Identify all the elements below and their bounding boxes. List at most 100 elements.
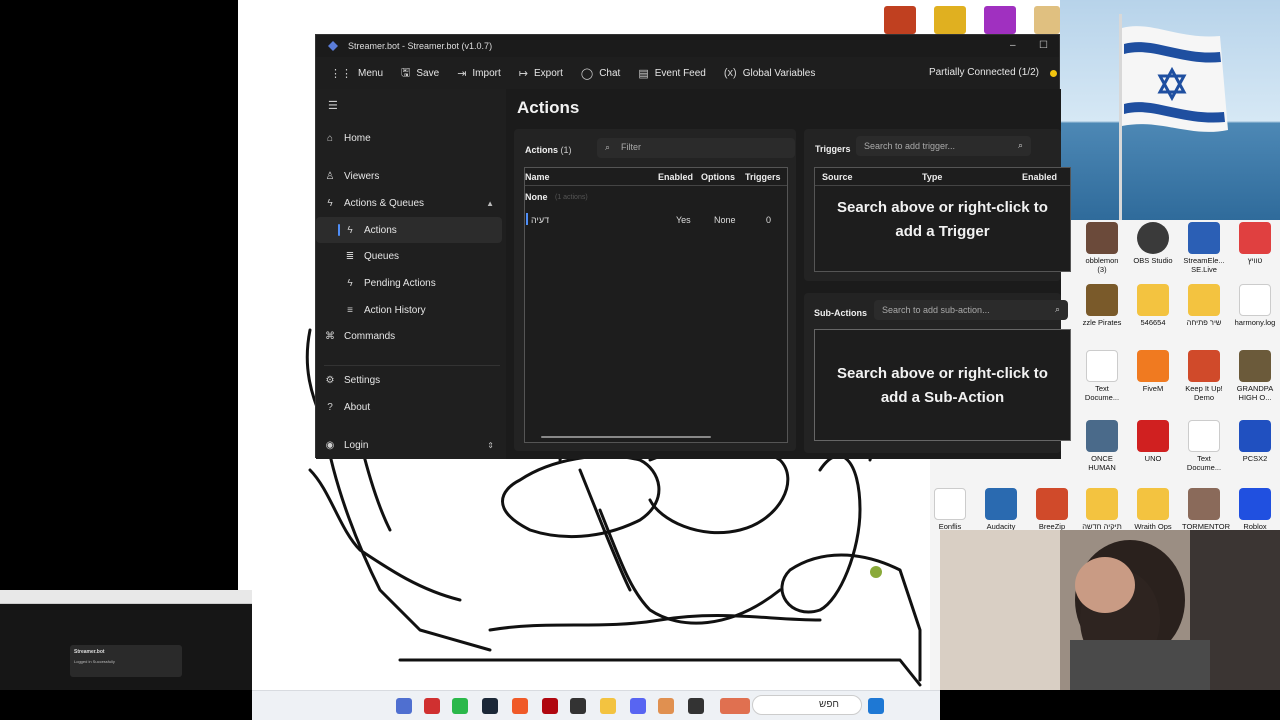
desktop-icon-obs[interactable]: OBS Studio bbox=[1131, 222, 1175, 265]
search-icon: ⌕ bbox=[1017, 140, 1023, 150]
app-icon bbox=[985, 488, 1017, 520]
desktop-icon-harmony-log[interactable]: harmony.log bbox=[1233, 284, 1277, 327]
desktop-icon-keep-it-up[interactable]: Keep It Up! Demo bbox=[1182, 350, 1226, 402]
streamerbot-taskbar-icon[interactable] bbox=[396, 698, 412, 714]
app-taskbar-icon[interactable] bbox=[658, 698, 674, 714]
desktop-icon-text-doc-2[interactable]: Text Docume... bbox=[1182, 420, 1226, 472]
toast-notification[interactable]: Streamer.bot Logged in Successfully bbox=[70, 645, 182, 677]
grid-icon: ⋮⋮ bbox=[330, 67, 352, 80]
minimize-icon[interactable]: – bbox=[1010, 40, 1016, 51]
app-icon bbox=[1188, 350, 1220, 382]
event-feed-button[interactable]: ▤ Event Feed bbox=[634, 57, 710, 89]
netflix-taskbar-icon[interactable] bbox=[542, 698, 558, 714]
filter-input[interactable]: ⌕ Filter bbox=[597, 138, 795, 158]
save-icon: 🖫 bbox=[401, 66, 411, 79]
desktop-icon-obblemon[interactable]: obblemon (3) bbox=[1080, 222, 1124, 274]
desktop-icon-streamelements[interactable]: StreamEle... SE.Live bbox=[1182, 222, 1226, 274]
maximize-icon[interactable]: ☐ bbox=[1039, 40, 1048, 51]
desktop-icon-uno[interactable]: UNO bbox=[1131, 420, 1175, 463]
obs-icon bbox=[1137, 222, 1169, 254]
brave-taskbar-icon[interactable] bbox=[512, 698, 528, 714]
export-button[interactable]: ↦ Export bbox=[515, 57, 567, 89]
import-icon: ⇥ bbox=[457, 67, 467, 80]
terminal-taskbar-icon[interactable] bbox=[688, 698, 704, 714]
menu-button[interactable]: ⋮⋮ Menu bbox=[326, 57, 387, 89]
subactions-list[interactable]: Search above or right-click to add a Sub… bbox=[814, 329, 1071, 441]
desktop-icon-tormentor[interactable]: TORMENTOR bbox=[1182, 488, 1230, 531]
desktop-icon-new-folder[interactable]: תיקיה חדשה bbox=[1080, 488, 1124, 531]
mail-taskbar-icon[interactable] bbox=[424, 698, 440, 714]
desktop-icon-twitch[interactable]: טוויץ bbox=[1233, 222, 1277, 265]
whatsapp-taskbar-icon[interactable] bbox=[452, 698, 468, 714]
windows-start-icon[interactable] bbox=[868, 698, 884, 714]
streamerbot-window: Streamer.bot - Streamer.bot (v1.0.7) – ☐… bbox=[315, 34, 1071, 459]
sidebar-item-action-history[interactable]: ≡ Action History bbox=[316, 297, 502, 323]
explorer-taskbar-icon[interactable] bbox=[600, 698, 616, 714]
group-header[interactable]: None (1 actions) bbox=[525, 188, 787, 206]
news-taskbar-icon[interactable] bbox=[720, 698, 750, 714]
chat-button[interactable]: ◯ Chat bbox=[577, 57, 624, 89]
save-button[interactable]: 🖫 Save bbox=[397, 57, 443, 89]
user-icon: ◉ bbox=[325, 439, 335, 451]
sidebar-item-login[interactable]: ◉ Login ⇕ bbox=[316, 432, 502, 458]
desktop-icon-puzzle-pirates[interactable]: zzle Pirates bbox=[1080, 284, 1124, 327]
sidebar-item-queues[interactable]: ≣ Queues bbox=[316, 243, 502, 269]
parcel-icon[interactable] bbox=[884, 6, 916, 34]
desktop-icon-audacity[interactable]: Audacity bbox=[979, 488, 1023, 531]
rayman-icon[interactable] bbox=[984, 6, 1016, 34]
sidebar-item-pending-actions[interactable]: ϟ Pending Actions bbox=[316, 270, 502, 296]
chevron-updown-icon: ⇕ bbox=[487, 440, 494, 450]
taskbar-search[interactable]: חפש bbox=[752, 695, 862, 715]
sidebar-item-actions-queues[interactable]: ϟ Actions & Queues ▲ bbox=[316, 190, 502, 216]
column-type[interactable]: Type bbox=[922, 172, 942, 182]
game-icon[interactable] bbox=[934, 6, 966, 34]
desktop-icon-text-doc[interactable]: Text Docume... bbox=[1080, 350, 1124, 402]
desktop-icon-wraith-ops[interactable]: Wraith Ops bbox=[1131, 488, 1175, 531]
app-icon bbox=[1188, 488, 1220, 520]
column-source[interactable]: Source bbox=[822, 172, 853, 182]
column-enabled[interactable]: Enabled bbox=[658, 172, 693, 182]
desktop-icon-eonflis[interactable]: Eonflis bbox=[928, 488, 972, 531]
mini-browser-bar bbox=[0, 590, 252, 604]
row-enabled: Yes bbox=[676, 215, 691, 225]
app-icon bbox=[1036, 488, 1068, 520]
desktop-icon-grandpa[interactable]: GRANDPA HIGH O... bbox=[1233, 350, 1277, 402]
chatgpt-taskbar-icon[interactable] bbox=[570, 698, 586, 714]
sidebar: ☰ ⌂ Home ♙ Viewers ϟ Actions & Queues ▲ ϟ Act… bbox=[316, 89, 506, 459]
folder-icon[interactable] bbox=[1034, 6, 1060, 34]
desktop-icon-breezip[interactable]: BreeZip bbox=[1030, 488, 1074, 531]
column-enabled[interactable]: Enabled bbox=[1022, 172, 1057, 182]
desktop-icon-once-human[interactable]: ONCE HUMAN bbox=[1080, 420, 1124, 472]
hamburger-icon[interactable]: ☰ bbox=[328, 99, 338, 112]
app-icon bbox=[1086, 222, 1118, 254]
import-button[interactable]: ⇥ Import bbox=[453, 57, 505, 89]
actions-panel: Actions (1) ⌕ Filter Name Enabled Options… bbox=[514, 129, 796, 451]
desktop-icon-folder-546654[interactable]: 546654 bbox=[1131, 284, 1175, 327]
sidebar-item-viewers[interactable]: ♙ Viewers bbox=[316, 163, 502, 189]
search-icon: ⌕ bbox=[605, 142, 611, 152]
main-content: Actions Actions (1) ⌕ Filter Name Enabled… bbox=[506, 89, 1071, 459]
discord-taskbar-icon[interactable] bbox=[630, 698, 646, 714]
subaction-search-input[interactable]: Search to add sub-action... ⌕ bbox=[874, 300, 1068, 320]
connection-status[interactable]: Partially Connected (1/2) bbox=[929, 67, 1039, 78]
desktop-icon-folder-song[interactable]: שיר פתיחה bbox=[1182, 284, 1226, 327]
trigger-search-input[interactable]: Search to add trigger... ⌕ bbox=[856, 136, 1031, 156]
table-row[interactable]: דעיה Yes None 0 bbox=[525, 211, 787, 229]
gear-icon: ⚙ bbox=[325, 374, 335, 386]
column-triggers[interactable]: Triggers bbox=[745, 172, 781, 182]
horizontal-scrollbar[interactable] bbox=[541, 436, 711, 438]
sidebar-item-settings[interactable]: ⚙ Settings bbox=[316, 367, 502, 393]
sidebar-item-home[interactable]: ⌂ Home bbox=[316, 125, 502, 151]
global-variables-button[interactable]: (x) Global Variables bbox=[720, 57, 819, 89]
sidebar-item-commands[interactable]: ⌘ Commands bbox=[316, 323, 502, 349]
desktop-icon-pcsx2[interactable]: PCSX2 bbox=[1233, 420, 1277, 463]
column-name[interactable]: Name bbox=[525, 172, 550, 182]
desktop-icon-fivem[interactable]: FiveM bbox=[1131, 350, 1175, 393]
sidebar-item-about[interactable]: ? About bbox=[316, 394, 502, 420]
column-options[interactable]: Options bbox=[701, 172, 735, 182]
sidebar-item-actions[interactable]: ϟ Actions bbox=[316, 217, 502, 243]
app-icon bbox=[1239, 420, 1271, 452]
app-icon bbox=[1137, 350, 1169, 382]
steam-taskbar-icon[interactable] bbox=[482, 698, 498, 714]
app-icon bbox=[1188, 222, 1220, 254]
